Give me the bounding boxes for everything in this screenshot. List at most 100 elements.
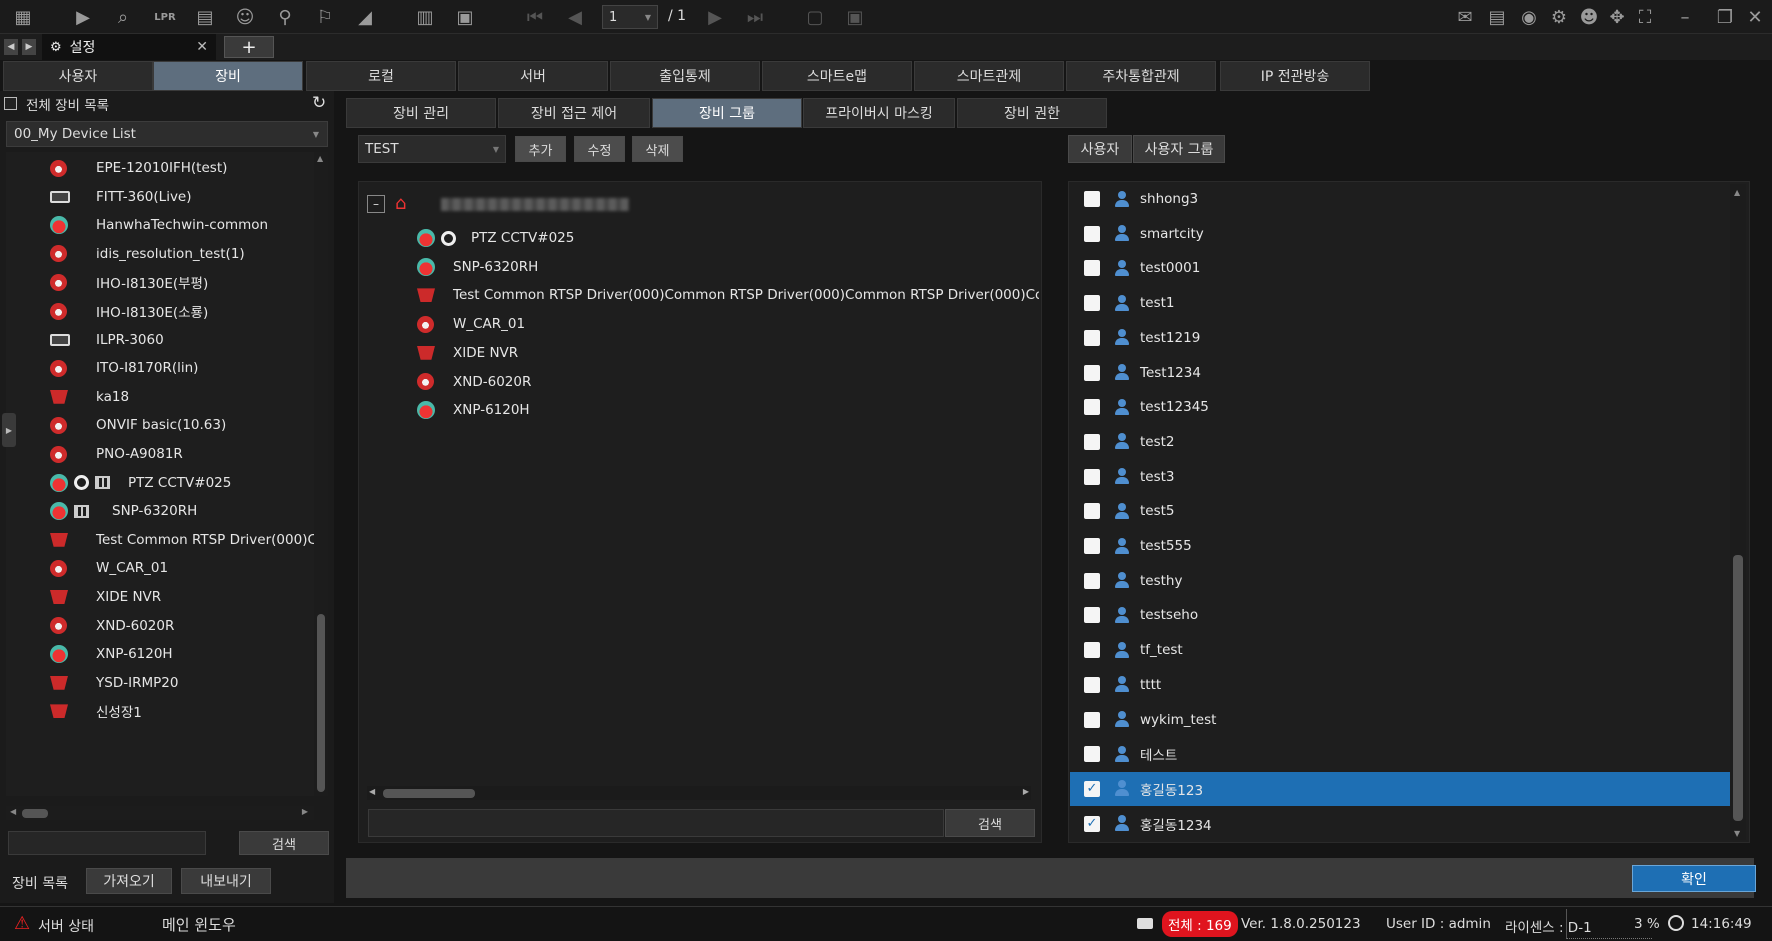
- tab-settings[interactable]: ⚙ 설정 ✕: [42, 34, 216, 60]
- device-list-item[interactable]: FITT-360(Live): [6, 182, 192, 212]
- user-checkbox[interactable]: [1084, 260, 1100, 277]
- device-list-item[interactable]: Test Common RTSP Driver(000)Co: [6, 525, 314, 555]
- tab-device-group[interactable]: 장비 그룹: [652, 98, 802, 128]
- user-list-item[interactable]: test5: [1070, 494, 1730, 528]
- user-checkbox[interactable]: [1084, 468, 1100, 485]
- user-list-item[interactable]: test12345: [1070, 390, 1730, 424]
- scrollbar-thumb[interactable]: [1733, 555, 1743, 821]
- user-list-item[interactable]: test3: [1070, 460, 1730, 494]
- user-list-item[interactable]: shhong3: [1070, 182, 1730, 216]
- device-list-item[interactable]: XIDE NVR: [6, 582, 161, 612]
- minimize-icon[interactable]: –: [1672, 4, 1698, 30]
- tab-local[interactable]: 로컬: [306, 61, 456, 91]
- user-checkbox[interactable]: [1084, 746, 1100, 763]
- user-checkbox[interactable]: [1084, 503, 1100, 520]
- device-list-item[interactable]: IHO-I8130E(부평): [6, 267, 208, 297]
- settings-icon[interactable]: ⚙: [1546, 4, 1572, 30]
- user-checkbox[interactable]: [1084, 191, 1100, 207]
- close-icon[interactable]: ✕: [1742, 4, 1768, 30]
- group-device-item[interactable]: SNP-6320RH: [359, 252, 538, 282]
- device-list-item[interactable]: YSD-IRMP20: [6, 668, 178, 698]
- screen-record-icon[interactable]: ▣: [842, 4, 868, 30]
- monitor-icon[interactable]: ▢: [802, 4, 828, 30]
- next-page-icon[interactable]: ▶: [702, 4, 728, 30]
- prev-page-icon[interactable]: ◀: [562, 4, 588, 30]
- tab-smart-emap[interactable]: 스마트e맵: [762, 61, 912, 91]
- server-status-label[interactable]: 서버 상태: [38, 916, 94, 936]
- tab-smart-control[interactable]: 스마트관제: [914, 61, 1064, 91]
- tab-device-access-control[interactable]: 장비 접근 제어: [498, 98, 650, 128]
- tab-scroll-left-icon[interactable]: ◀: [4, 39, 18, 55]
- user-checkbox[interactable]: [1084, 399, 1100, 416]
- user-list-item[interactable]: ✓ 홍길동123: [1070, 771, 1730, 806]
- broadcast-icon[interactable]: ◢: [352, 4, 378, 30]
- user-list-scrollbar[interactable]: ▲ ▼: [1730, 184, 1746, 840]
- device-list-item[interactable]: XND-6020R: [6, 611, 174, 641]
- device-search-input[interactable]: [8, 831, 206, 855]
- device-list-item[interactable]: idis_resolution_test(1): [6, 239, 245, 269]
- device-list-item[interactable]: EPE-12010IFH(test): [6, 153, 227, 183]
- user-list-item[interactable]: Test1234: [1070, 356, 1730, 390]
- last-page-icon[interactable]: ⏭: [742, 4, 768, 30]
- search-video-icon[interactable]: ⌕: [110, 4, 136, 30]
- scroll-up-icon[interactable]: ▲: [1734, 188, 1740, 197]
- map-search-icon[interactable]: ⚐: [312, 4, 338, 30]
- user-list-item[interactable]: test555: [1070, 529, 1730, 563]
- page-number-input[interactable]: 1 ▼: [602, 5, 658, 29]
- user-list-item[interactable]: test1: [1070, 286, 1730, 320]
- event-icon[interactable]: ▤: [1484, 4, 1510, 30]
- user-checkbox[interactable]: [1084, 676, 1100, 693]
- user-checkbox[interactable]: ✓: [1084, 815, 1100, 832]
- restore-icon[interactable]: ❐: [1712, 4, 1738, 30]
- device-list-item[interactable]: PTZ CCTV#025: [6, 468, 231, 498]
- user-list-item[interactable]: testhy: [1070, 564, 1730, 598]
- user-checkbox[interactable]: [1084, 329, 1100, 346]
- device-list-item[interactable]: ka18: [6, 382, 129, 412]
- tab-close-icon[interactable]: ✕: [196, 39, 208, 55]
- tab-device-permission[interactable]: 장비 권한: [957, 98, 1107, 128]
- user-list-item[interactable]: test1219: [1070, 321, 1730, 355]
- person-search-icon[interactable]: ☺: [232, 4, 258, 30]
- tab-ip-broadcast[interactable]: IP 전관방송: [1220, 61, 1370, 91]
- tab-parking-control[interactable]: 주차통합관제: [1066, 61, 1216, 91]
- user-checkbox[interactable]: [1084, 642, 1100, 659]
- tab-user-groups[interactable]: 사용자 그룹: [1133, 135, 1225, 163]
- device-list-item[interactable]: 신성장1: [6, 696, 142, 726]
- main-window-label[interactable]: 메인 윈도우: [162, 914, 236, 935]
- confirm-button[interactable]: 확인: [1632, 865, 1756, 892]
- scroll-left-icon[interactable]: ◀: [369, 787, 375, 796]
- device-search-button[interactable]: 검색: [239, 831, 329, 855]
- group-device-item[interactable]: XIDE NVR: [359, 338, 518, 368]
- group-device-item[interactable]: XND-6020R: [359, 367, 531, 397]
- user-list-item[interactable]: 테스트: [1070, 737, 1730, 771]
- tab-users[interactable]: 사용자: [1068, 135, 1132, 163]
- user-checkbox[interactable]: [1084, 572, 1100, 589]
- user-checkbox[interactable]: [1084, 711, 1100, 728]
- tab-user[interactable]: 사용자: [3, 61, 153, 91]
- scroll-right-icon[interactable]: ▶: [302, 807, 308, 816]
- scroll-right-icon[interactable]: ▶: [1023, 787, 1029, 796]
- user-list-item[interactable]: tttt: [1070, 668, 1730, 702]
- group-device-item[interactable]: XNP-6120H: [359, 395, 530, 425]
- device-list-item[interactable]: IHO-I8130E(소룡): [6, 296, 208, 326]
- move-icon[interactable]: ✥: [1604, 4, 1630, 30]
- total-count-badge[interactable]: 전체 : 169: [1162, 911, 1238, 937]
- add-tab-button[interactable]: +: [224, 36, 274, 58]
- add-screen-icon[interactable]: ▣: [452, 4, 478, 30]
- device-list-item[interactable]: XNP-6120H: [6, 639, 173, 669]
- tab-device[interactable]: 장비: [153, 61, 303, 91]
- device-list-item[interactable]: SNP-6320RH: [6, 496, 197, 526]
- user-checkbox[interactable]: [1084, 364, 1100, 381]
- fullscreen-icon[interactable]: ⛶: [1632, 4, 1658, 30]
- group-hscroll[interactable]: ◀ ▶: [367, 786, 1031, 800]
- user-list-item[interactable]: wykim_test: [1070, 703, 1730, 737]
- bike-icon[interactable]: ⚲: [272, 4, 298, 30]
- group-device-item[interactable]: Test Common RTSP Driver(000)Common RTSP …: [359, 280, 1039, 310]
- user-checkbox[interactable]: [1084, 538, 1100, 554]
- user-list-item[interactable]: testseho: [1070, 598, 1730, 632]
- scroll-left-icon[interactable]: ◀: [10, 807, 16, 816]
- device-list-item[interactable]: ITO-I8170R(lin): [6, 353, 198, 383]
- import-button[interactable]: 가져오기: [86, 868, 172, 894]
- scroll-up-icon[interactable]: ▲: [317, 154, 323, 163]
- all-devices-checkbox[interactable]: [4, 97, 17, 110]
